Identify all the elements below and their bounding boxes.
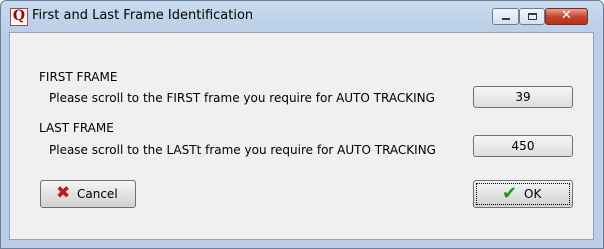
maximize-button[interactable] — [519, 8, 545, 25]
app-icon[interactable]: Q — [10, 8, 28, 26]
focus-rectangle — [476, 183, 570, 205]
x-icon: ✖ — [56, 183, 71, 203]
cancel-button-label: Cancel — [77, 187, 118, 201]
first-frame-instruction: Please scroll to the FIRST frame you req… — [49, 91, 435, 105]
last-frame-instruction: Please scroll to the LASTt frame you req… — [49, 143, 436, 157]
first-frame-value-button[interactable]: 39 — [473, 86, 573, 108]
window-title: First and Last Frame Identification — [32, 8, 254, 23]
last-frame-heading: LAST FRAME — [39, 121, 114, 135]
minimize-button[interactable] — [492, 8, 519, 25]
ok-button-label: OK — [524, 187, 542, 201]
dialog-window: Q First and Last Frame Identification ✕ … — [0, 0, 604, 249]
dialog-client-area: FIRST FRAME Please scroll to the FIRST f… — [9, 32, 594, 240]
title-bar[interactable]: Q First and Last Frame Identification ✕ — [1, 1, 603, 32]
minimize-icon — [502, 18, 510, 20]
checkmark-icon: ✔ — [502, 183, 518, 204]
last-frame-value-button[interactable]: 450 — [473, 135, 573, 157]
first-frame-heading: FIRST FRAME — [39, 70, 118, 84]
close-icon: ✕ — [561, 8, 572, 23]
ok-button[interactable]: ✔ OK — [473, 180, 573, 208]
cancel-button[interactable]: ✖ Cancel — [40, 180, 136, 208]
maximize-icon — [528, 13, 537, 20]
close-button[interactable]: ✕ — [545, 8, 588, 25]
